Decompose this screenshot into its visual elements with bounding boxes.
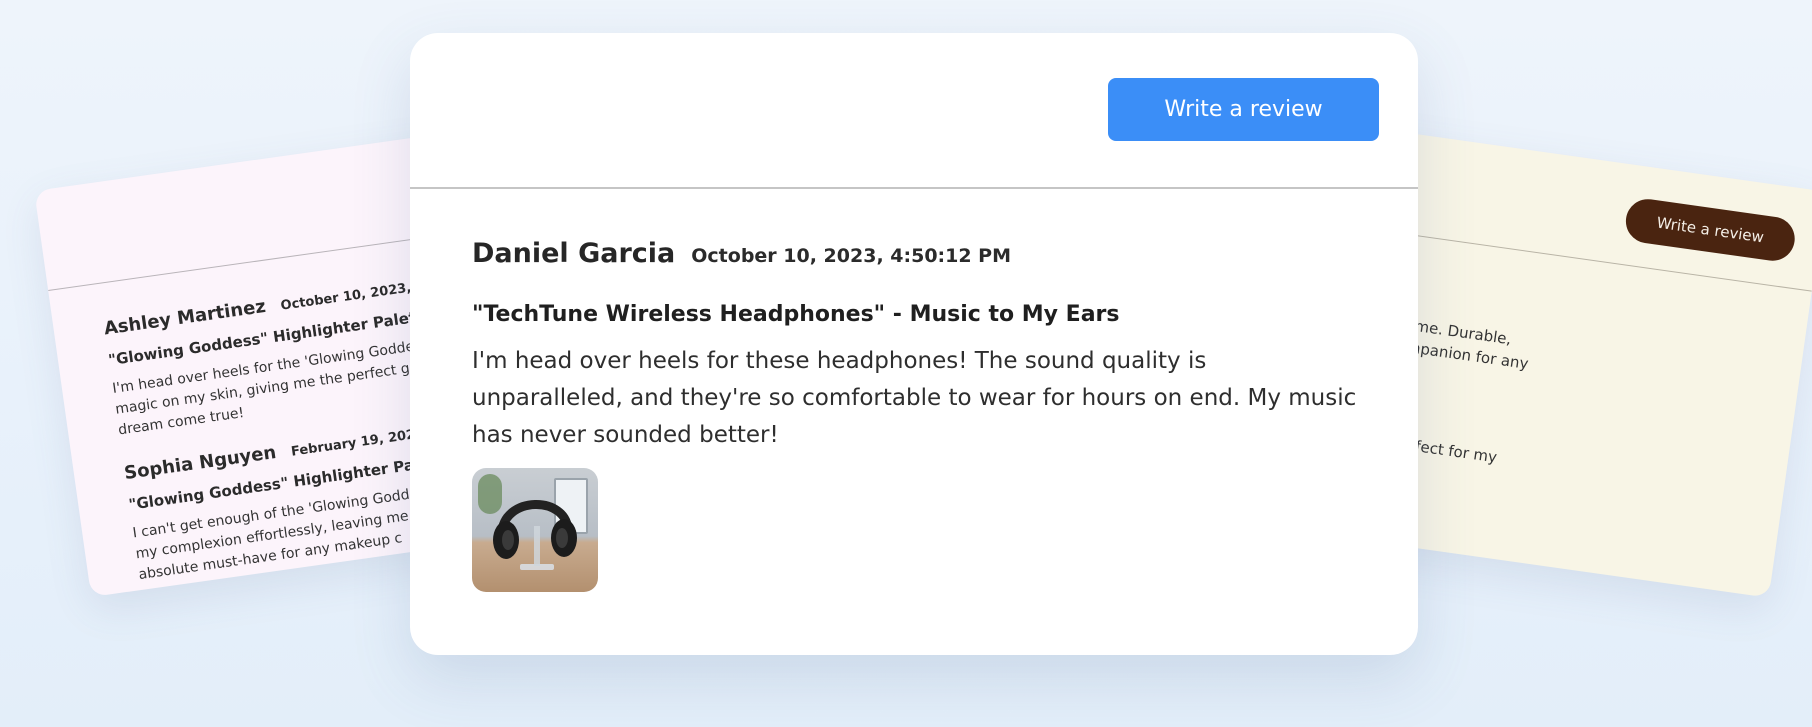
review-item: Daniel Garcia October 10, 2023, 4:50:12 … xyxy=(472,238,1362,592)
write-review-button[interactable]: Write a review xyxy=(1108,78,1379,141)
review-title: "TechTune Wireless Headphones" - Music t… xyxy=(472,302,1120,327)
review-photo[interactable] xyxy=(472,468,598,592)
review-body: I'm head over heels for these headphones… xyxy=(472,348,1357,448)
review-card-main: Write a review Daniel Garcia October 10,… xyxy=(410,33,1418,655)
review-author: Daniel Garcia xyxy=(472,238,676,269)
headphones-icon xyxy=(493,500,577,570)
review-date: October 10, 2023, 4:50:12 PM xyxy=(691,245,1012,267)
review-header: Daniel Garcia October 10, 2023, 4:50:12 … xyxy=(472,238,1362,282)
write-review-button[interactable]: Write a review xyxy=(1623,196,1798,264)
card-divider xyxy=(410,187,1418,189)
